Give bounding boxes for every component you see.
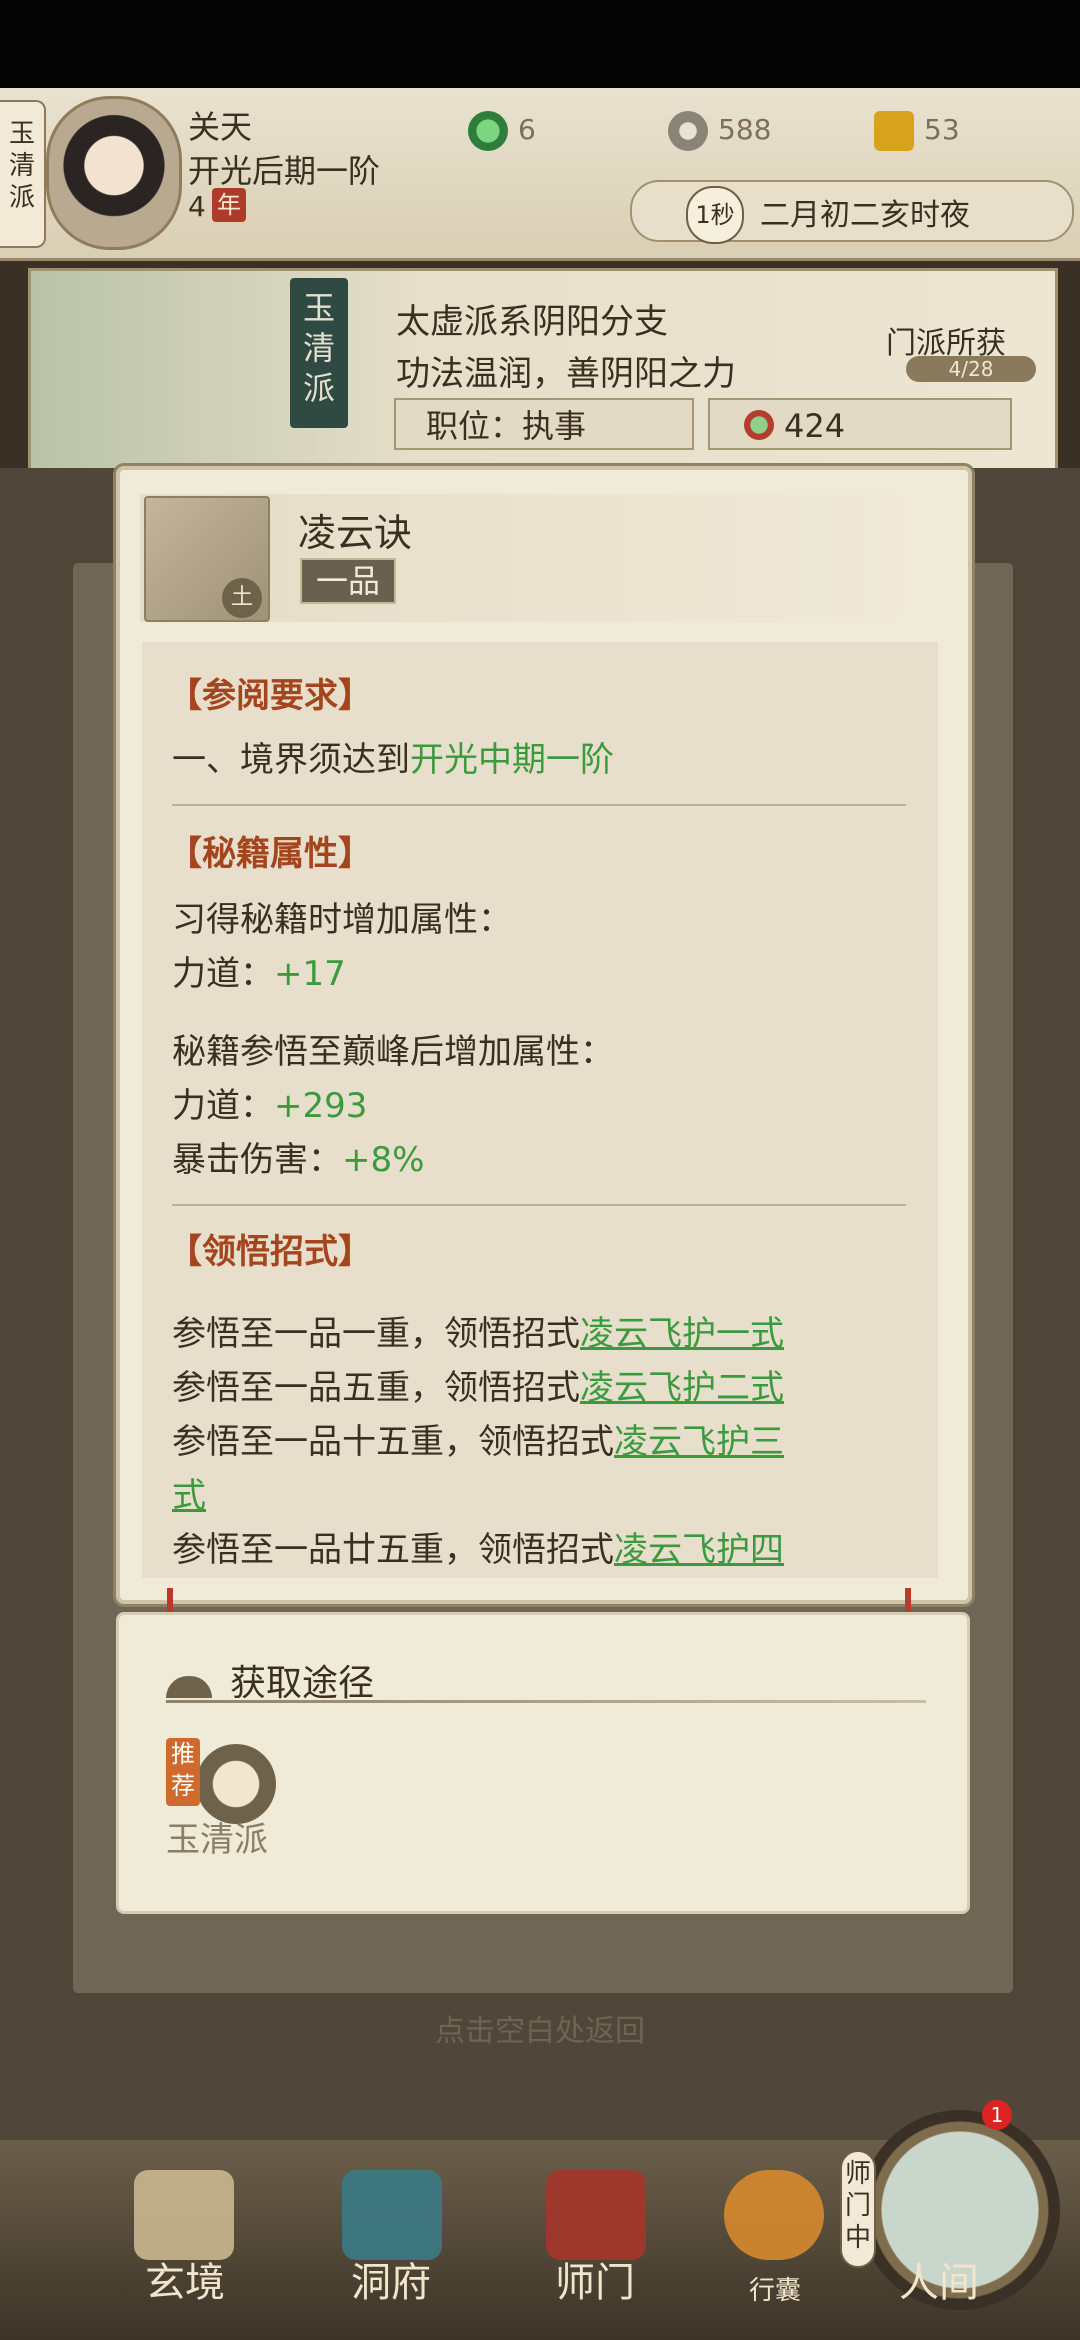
scroll-icon [134,2170,234,2260]
position-box: 职位：执事 [394,398,694,450]
book-detail-scroll[interactable]: 【参阅要求】 一、境界须达到开光中期一阶 【秘籍属性】 习得秘籍时增加属性： 力… [142,642,938,1578]
sect-gain-count: 4/28 [906,356,1036,382]
notification-badge: 1 [982,2100,1012,2130]
resource-value: 53 [924,113,960,146]
learn-attr-label: 习得秘籍时增加属性： [172,900,512,940]
divider [172,804,906,806]
player-avatar[interactable] [46,96,182,250]
move-line: 参悟至一品一重，领悟招式凌云飞护一式 [172,1314,784,1354]
game-time-text: 二月初二亥时夜 [760,198,970,233]
book-name: 凌云诀 [298,511,413,555]
resource-coin[interactable]: 588 [668,108,771,152]
sect-description-line: 功法温润，善阴阳之力 [396,354,736,394]
pavilion-icon [342,2170,442,2260]
sect-banner-icon [546,2170,646,2260]
spirit-stone-icon [468,111,508,151]
dismiss-hint: 点击空白处返回 [435,2014,645,2049]
requirement-line: 一、境界须达到开光中期一阶 [172,740,614,780]
move-link[interactable]: 凌云飞护三 [614,1422,784,1462]
sect-tab[interactable]: 玉清派 [0,100,46,248]
contribution-icon [744,410,774,440]
resource-spirit-stone[interactable]: 6 [468,108,536,152]
gold-cup-icon [874,111,914,151]
section-title-requirements: 【参阅要求】 [168,676,372,716]
divider [166,1700,926,1703]
peak-attr-line: 暴击伤害：+8% [172,1140,425,1180]
system-status-bar [0,0,1080,88]
bag-icon [724,2170,824,2260]
resource-gold-cup[interactable]: 53 [874,108,960,152]
nav-item-xuanjing[interactable]: 玄境 [110,2250,260,2308]
move-link[interactable]: 式 [172,1476,206,1516]
source-item-name: 玉清派 [166,1820,268,1860]
player-name: 关天 [188,108,253,146]
move-line: 参悟至一品廿五重，领悟招式凌云飞护四 [172,1530,784,1570]
book-grade-badge: 一品 [300,558,396,604]
nav-item-renjian[interactable]: 人间 [864,2250,1014,2308]
nav-item-dongfu[interactable]: 洞府 [316,2250,466,2308]
learn-attr-line: 力道：+17 [172,954,346,994]
section-title-attributes: 【秘籍属性】 [168,834,372,874]
move-link[interactable]: 凌云飞护四 [614,1530,784,1570]
section-title-moves: 【领悟招式】 [168,1232,372,1272]
move-line-continued: 式 [172,1468,206,1517]
nav-item-shimen[interactable]: 师门 [520,2250,670,2308]
player-age: 4 [188,190,206,223]
sect-flag: 玉清派 [290,278,348,428]
peak-attr-line: 力道：+293 [172,1086,368,1126]
resource-value: 588 [718,113,772,146]
move-link[interactable]: 凌云飞护一式 [580,1314,784,1354]
resource-value: 6 [518,113,536,146]
source-title: 获取途径 [230,1663,375,1704]
element-badge: 土 [222,578,262,618]
peak-attr-label: 秘籍参悟至巅峰后增加属性： [172,1032,614,1072]
move-line: 参悟至一品十五重，领悟招式凌云飞护三 [172,1422,784,1462]
recommend-tag: 推荐 [166,1738,200,1806]
move-link[interactable]: 凌云飞护二式 [580,1368,784,1408]
nav-item-xingnang[interactable]: 行囊 [700,2270,850,2307]
sect-description-line: 太虚派系阴阳分支 [396,302,668,342]
age-unit-badge: 年 [212,188,246,222]
divider [172,1204,906,1206]
player-realm: 开光后期一阶 [188,152,381,190]
coin-icon [668,111,708,151]
time-speed-button[interactable]: 1秒 [686,186,744,244]
move-line: 参悟至一品五重，领悟招式凌云飞护二式 [172,1368,784,1408]
